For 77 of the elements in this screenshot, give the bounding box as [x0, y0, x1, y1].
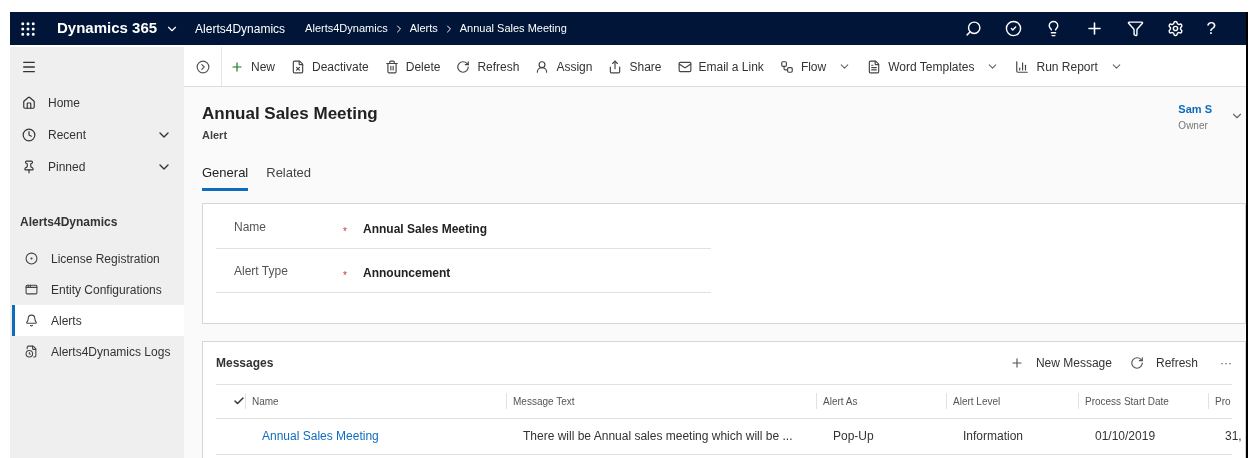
command-button[interactable]: New	[222, 51, 283, 82]
command-button[interactable]: Refresh	[448, 51, 528, 82]
person-icon	[535, 59, 550, 74]
breadcrumb-item[interactable]: Alerts	[409, 20, 438, 37]
mail-icon	[677, 59, 692, 74]
table-cell: There will be Annual sales meeting which will be ...	[523, 429, 793, 443]
column-header[interactable]: Pro	[1215, 393, 1231, 409]
breadcrumb-item: Annual Sales Meeting	[459, 21, 567, 37]
grid-action-button[interactable]: New Message	[1009, 353, 1112, 372]
nav-item[interactable]: License Registration	[12, 243, 184, 274]
command-button[interactable]: Run Report	[1007, 51, 1131, 82]
window-icon	[25, 283, 38, 296]
nav-item[interactable]: Alerts	[12, 305, 184, 336]
area-name: Alerts4Dynamics	[195, 20, 286, 38]
select-all-icon[interactable]	[233, 395, 245, 407]
command-button[interactable]: Share	[600, 51, 670, 82]
nav-item[interactable]: Recent	[10, 119, 184, 151]
tab[interactable]: Related	[266, 163, 312, 191]
home-icon	[22, 96, 36, 110]
menu-icon[interactable]	[21, 59, 37, 75]
chart-icon	[1015, 59, 1030, 74]
owner-link[interactable]: Sam S	[1178, 101, 1212, 118]
command-button[interactable]: Email a Link	[669, 51, 772, 82]
bell-icon	[25, 314, 38, 327]
help-button[interactable]: ?	[1206, 15, 1216, 42]
app-name: Dynamics 365	[57, 18, 158, 39]
nav-item[interactable]: Home	[10, 87, 184, 119]
field-label: Name	[233, 218, 267, 236]
column-header[interactable]: Alert Level	[953, 393, 1001, 409]
flow-icon	[779, 59, 794, 74]
table-cell: Pop-Up	[833, 429, 874, 443]
section-title: Messages	[216, 354, 275, 372]
app-launcher-icon[interactable]	[19, 19, 37, 38]
document-icon	[867, 59, 882, 74]
required-mark: *	[343, 269, 347, 281]
table-cell: 31,	[1225, 429, 1242, 443]
column-header[interactable]: Alert As	[823, 393, 858, 409]
search-icon[interactable]	[964, 20, 982, 37]
required-mark: *	[343, 225, 347, 237]
column-header[interactable]: Message Text	[513, 393, 575, 409]
column-header[interactable]: Name	[252, 393, 279, 409]
clock-icon	[22, 128, 36, 142]
document-icon	[25, 345, 38, 358]
field-value[interactable]: Annual Sales Meeting	[363, 219, 488, 238]
command-button[interactable]: Delete	[376, 51, 449, 82]
command-button[interactable]: Flow	[771, 51, 860, 82]
breadcrumb-item[interactable]: Alerts4Dynamics	[305, 20, 388, 37]
tab[interactable]: General	[202, 163, 249, 191]
refresh-icon	[1129, 355, 1144, 370]
record-link[interactable]: Annual Sales Meeting	[262, 429, 379, 443]
plus-icon	[230, 59, 244, 74]
expand-icon[interactable]	[195, 59, 210, 74]
column-header[interactable]: Process Start Date	[1085, 393, 1169, 409]
command-button[interactable]: Deactivate	[283, 51, 377, 82]
table-cell: Information	[963, 429, 1024, 443]
command-button[interactable]: Assign	[527, 51, 601, 82]
section-title: Alerts4Dynamics	[19, 214, 119, 231]
settings-icon[interactable]	[1166, 20, 1184, 37]
command-button[interactable]: Word Templates	[859, 51, 1008, 82]
field-value[interactable]: Announcement	[363, 263, 451, 282]
owner-label: Owner	[1178, 118, 1209, 133]
document-x-icon	[291, 59, 305, 74]
record-title: Annual Sales Meeting	[202, 103, 379, 125]
more-button[interactable]: ···	[1220, 353, 1232, 372]
field-label: Alert Type	[233, 262, 289, 280]
nav-item[interactable]: Pinned	[10, 151, 184, 183]
pin-icon	[22, 160, 36, 174]
table-cell: 01/10/2019	[1095, 429, 1156, 443]
entity-name: Alert	[202, 127, 229, 143]
nav-item[interactable]: Entity Configurations	[12, 274, 184, 305]
nav-item[interactable]: Alerts4Dynamics Logs	[12, 336, 184, 367]
plus-icon	[1009, 355, 1024, 370]
trash-icon	[384, 59, 399, 74]
filter-icon[interactable]	[1126, 20, 1144, 37]
share-icon	[608, 59, 623, 74]
grid-action-button[interactable]: Refresh	[1129, 353, 1198, 372]
refresh-icon	[456, 59, 471, 74]
